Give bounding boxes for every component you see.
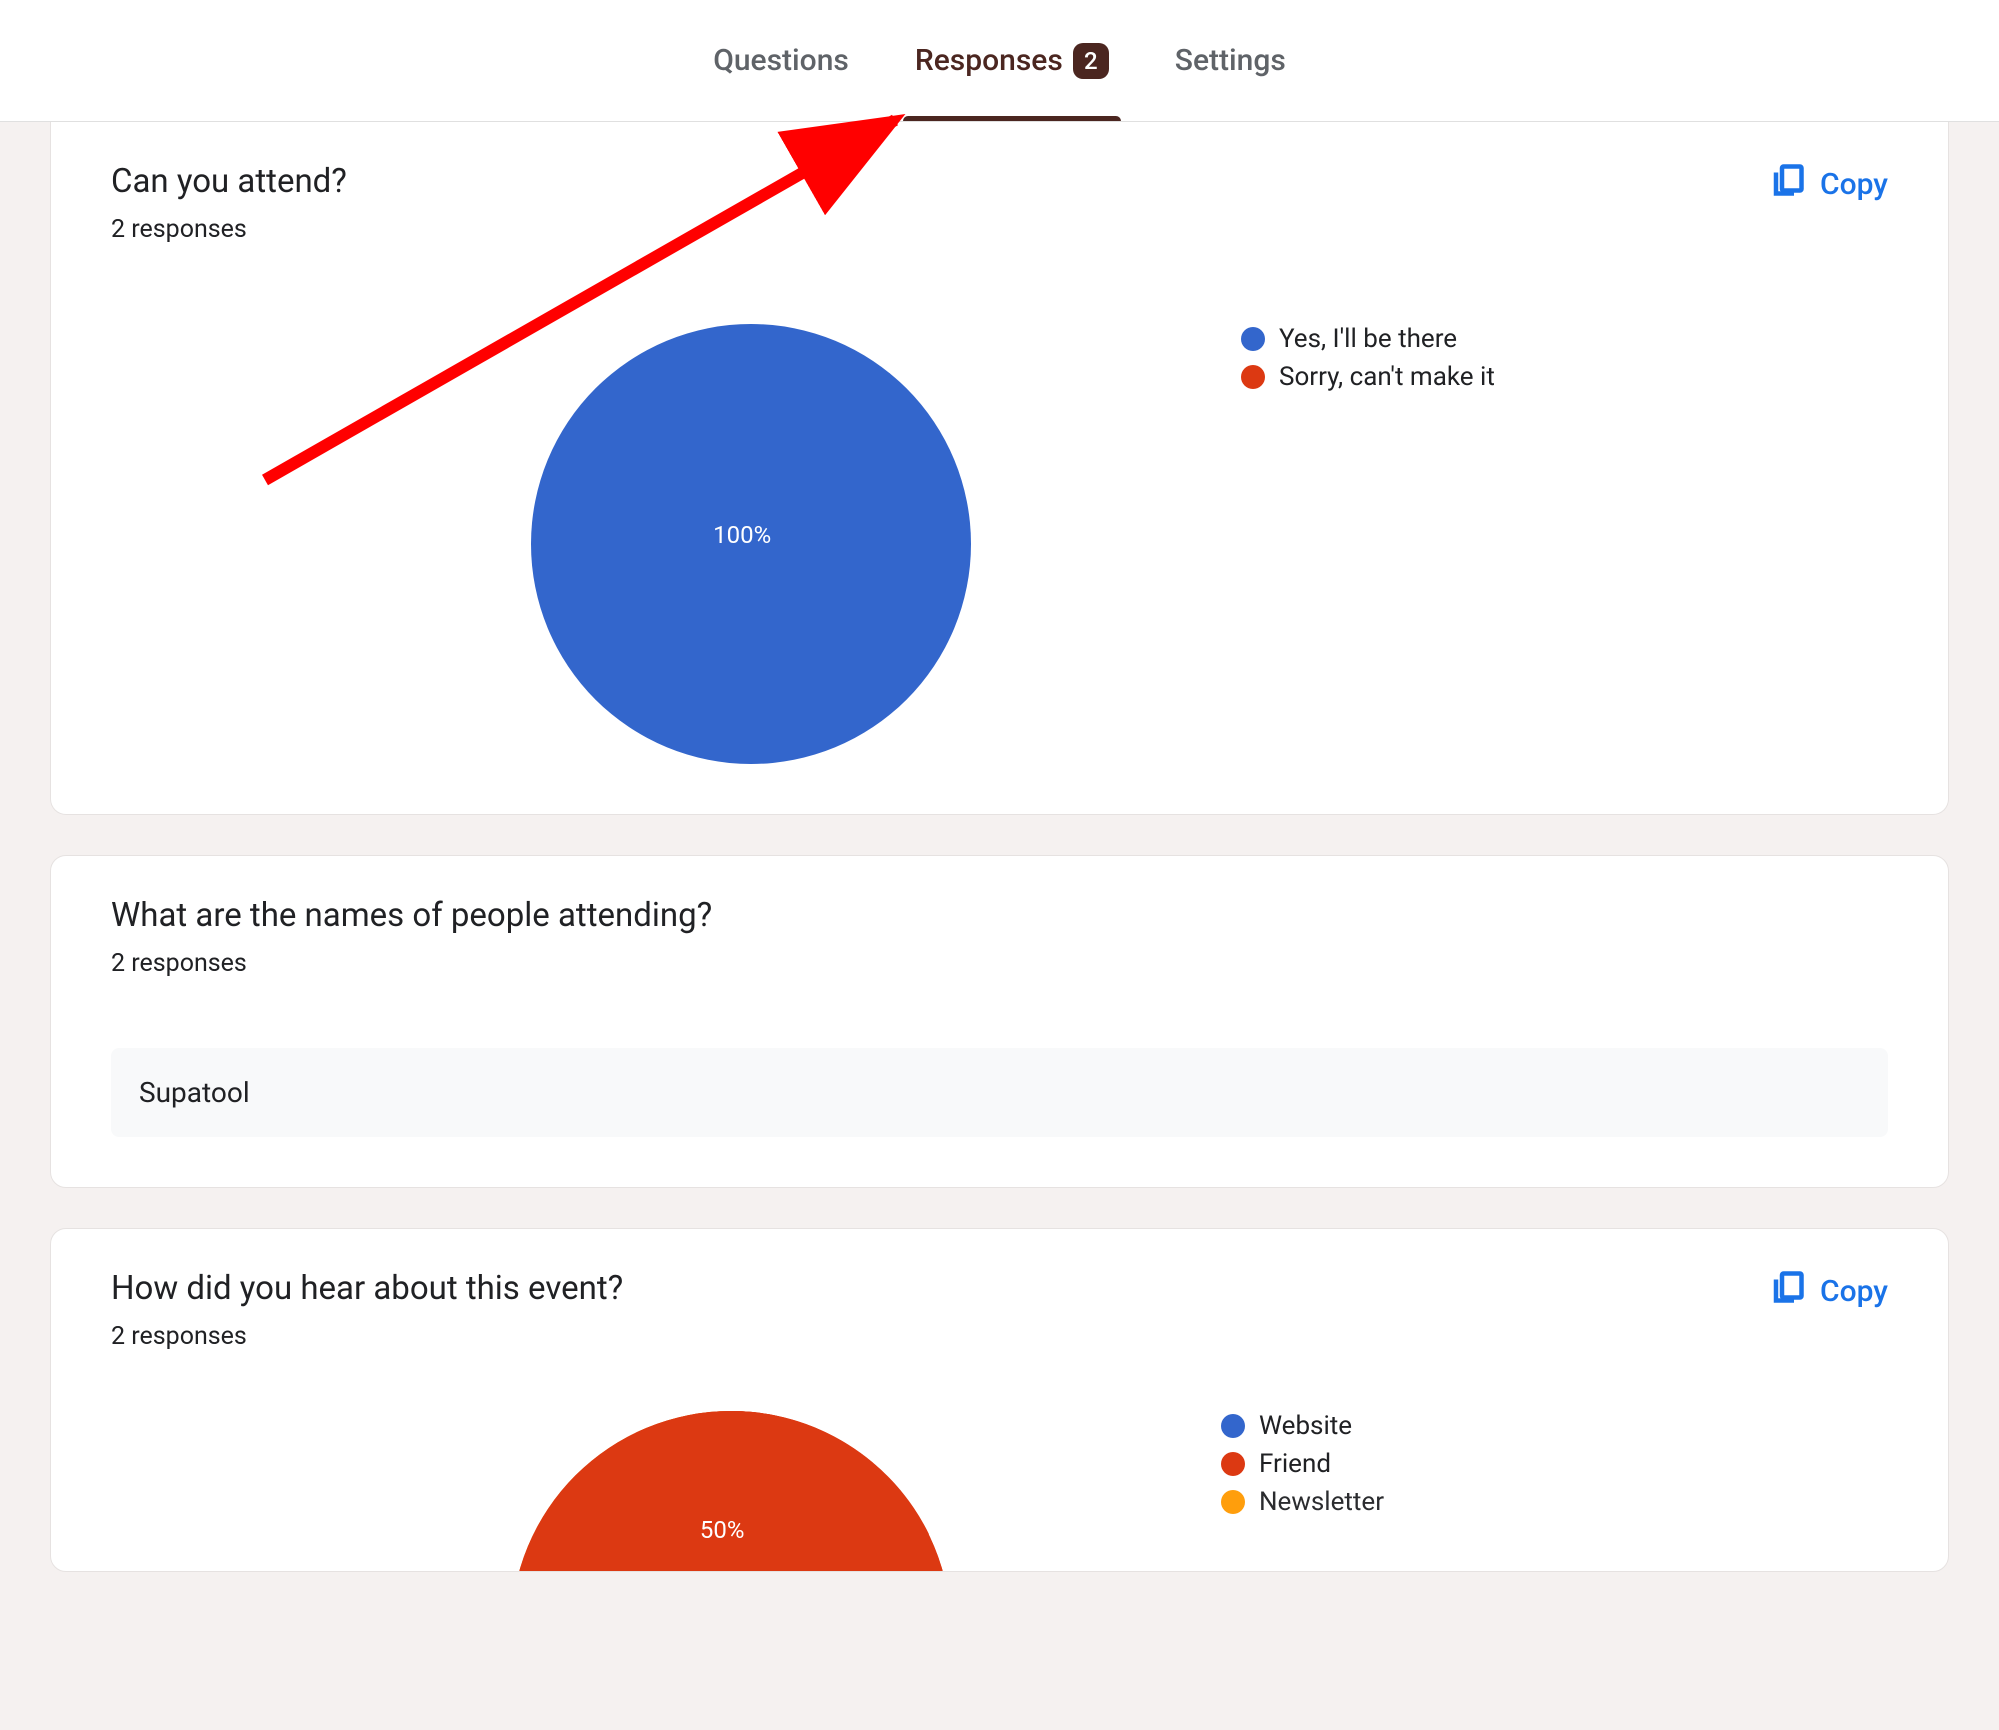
response-count: 2 responses: [111, 949, 712, 978]
legend-swatch-red: [1221, 1452, 1245, 1476]
legend-label: Yes, I'll be there: [1279, 324, 1457, 354]
tab-questions[interactable]: Questions: [705, 0, 857, 121]
copy-button[interactable]: Copy: [1770, 162, 1888, 206]
legend-item: Website: [1221, 1411, 1384, 1441]
legend-swatch-orange: [1221, 1490, 1245, 1514]
legend-item: Sorry, can't make it: [1241, 362, 1495, 392]
question-card-hear: How did you hear about this event? 2 res…: [50, 1228, 1949, 1572]
copy-button[interactable]: Copy: [1770, 1269, 1888, 1313]
tab-settings[interactable]: Settings: [1167, 0, 1294, 121]
legend-swatch-blue: [1221, 1414, 1245, 1438]
tab-settings-label: Settings: [1175, 43, 1286, 78]
response-count: 2 responses: [111, 215, 347, 244]
copy-icon: [1770, 1269, 1806, 1313]
legend-swatch-red: [1241, 365, 1265, 389]
pie-slice-label: 50%: [700, 1516, 745, 1544]
pie-chart-hear: 50%: [511, 1411, 951, 1571]
tab-questions-label: Questions: [713, 43, 849, 78]
copy-label: Copy: [1820, 1274, 1888, 1309]
legend-label: Newsletter: [1259, 1487, 1384, 1517]
question-title: What are the names of people attending?: [111, 896, 712, 935]
chart-legend: Yes, I'll be there Sorry, can't make it: [1241, 324, 1495, 392]
legend-item: Friend: [1221, 1449, 1384, 1479]
legend-label: Website: [1259, 1411, 1352, 1441]
legend-swatch-blue: [1241, 327, 1265, 351]
tab-responses[interactable]: Responses 2: [907, 0, 1117, 121]
legend-label: Friend: [1259, 1449, 1331, 1479]
chart-legend: Website Friend Newsletter: [1221, 1411, 1384, 1517]
question-title: How did you hear about this event?: [111, 1269, 623, 1308]
question-card-attend: Can you attend? 2 responses Copy 100%: [50, 122, 1949, 815]
pie-chart-attend: 100%: [531, 324, 971, 764]
legend-label: Sorry, can't make it: [1279, 362, 1495, 392]
text-response-item: Supatool: [111, 1048, 1888, 1137]
question-card-names: What are the names of people attending? …: [50, 855, 1949, 1188]
copy-label: Copy: [1820, 167, 1888, 202]
pie-slice-label: 100%: [713, 521, 771, 549]
response-count: 2 responses: [111, 1322, 623, 1351]
responses-count-badge: 2: [1073, 43, 1109, 79]
tabs-bar: Questions Responses 2 Settings: [0, 0, 1999, 122]
legend-item: Newsletter: [1221, 1487, 1384, 1517]
question-title: Can you attend?: [111, 162, 347, 201]
copy-icon: [1770, 162, 1806, 206]
tab-responses-label: Responses: [915, 43, 1063, 78]
legend-item: Yes, I'll be there: [1241, 324, 1495, 354]
